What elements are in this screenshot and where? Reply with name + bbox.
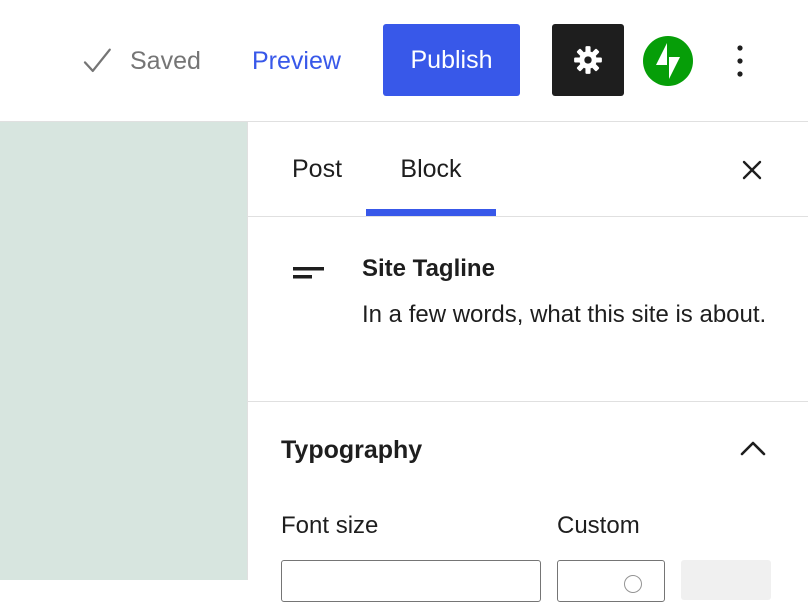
sidebar-tabs: Post Block bbox=[248, 122, 808, 217]
block-description: In a few words, what this site is about. bbox=[362, 301, 767, 328]
custom-size-label: Custom bbox=[557, 512, 640, 539]
tab-post[interactable]: Post bbox=[258, 122, 376, 216]
saved-label: Saved bbox=[130, 46, 201, 75]
close-sidebar-button[interactable] bbox=[734, 152, 770, 188]
unit-control-knob[interactable] bbox=[624, 575, 642, 593]
custom-font-size-input[interactable] bbox=[557, 560, 665, 602]
more-vertical-icon bbox=[737, 45, 743, 77]
active-tab-indicator bbox=[366, 209, 496, 216]
jetpack-button[interactable] bbox=[643, 36, 693, 86]
block-card: Site Tagline In a few words, what this s… bbox=[248, 217, 808, 402]
tab-block[interactable]: Block bbox=[366, 122, 496, 216]
editor-canvas[interactable] bbox=[0, 122, 247, 580]
gear-icon bbox=[574, 46, 602, 74]
editor-header: Saved Preview Publish bbox=[0, 0, 808, 122]
site-tagline-icon bbox=[293, 267, 324, 279]
check-icon bbox=[83, 48, 111, 73]
settings-sidebar: Post Block Site Tagline In a few words, … bbox=[247, 122, 808, 602]
close-icon bbox=[742, 160, 762, 180]
reset-font-size-button[interactable] bbox=[681, 560, 771, 600]
chevron-up-icon bbox=[740, 441, 766, 456]
typography-panel-title: Typography bbox=[281, 436, 423, 464]
settings-button[interactable] bbox=[552, 24, 624, 96]
publish-button[interactable]: Publish bbox=[383, 24, 520, 96]
font-size-label: Font size bbox=[281, 512, 379, 539]
saved-indicator: Saved bbox=[80, 44, 201, 78]
jetpack-bolt-icon bbox=[643, 36, 693, 86]
preview-button[interactable]: Preview bbox=[252, 44, 341, 78]
font-size-select[interactable] bbox=[281, 560, 541, 602]
more-options-button[interactable] bbox=[720, 36, 760, 86]
typography-panel-toggle[interactable]: Typography bbox=[248, 402, 808, 500]
block-title: Site Tagline bbox=[362, 255, 495, 282]
